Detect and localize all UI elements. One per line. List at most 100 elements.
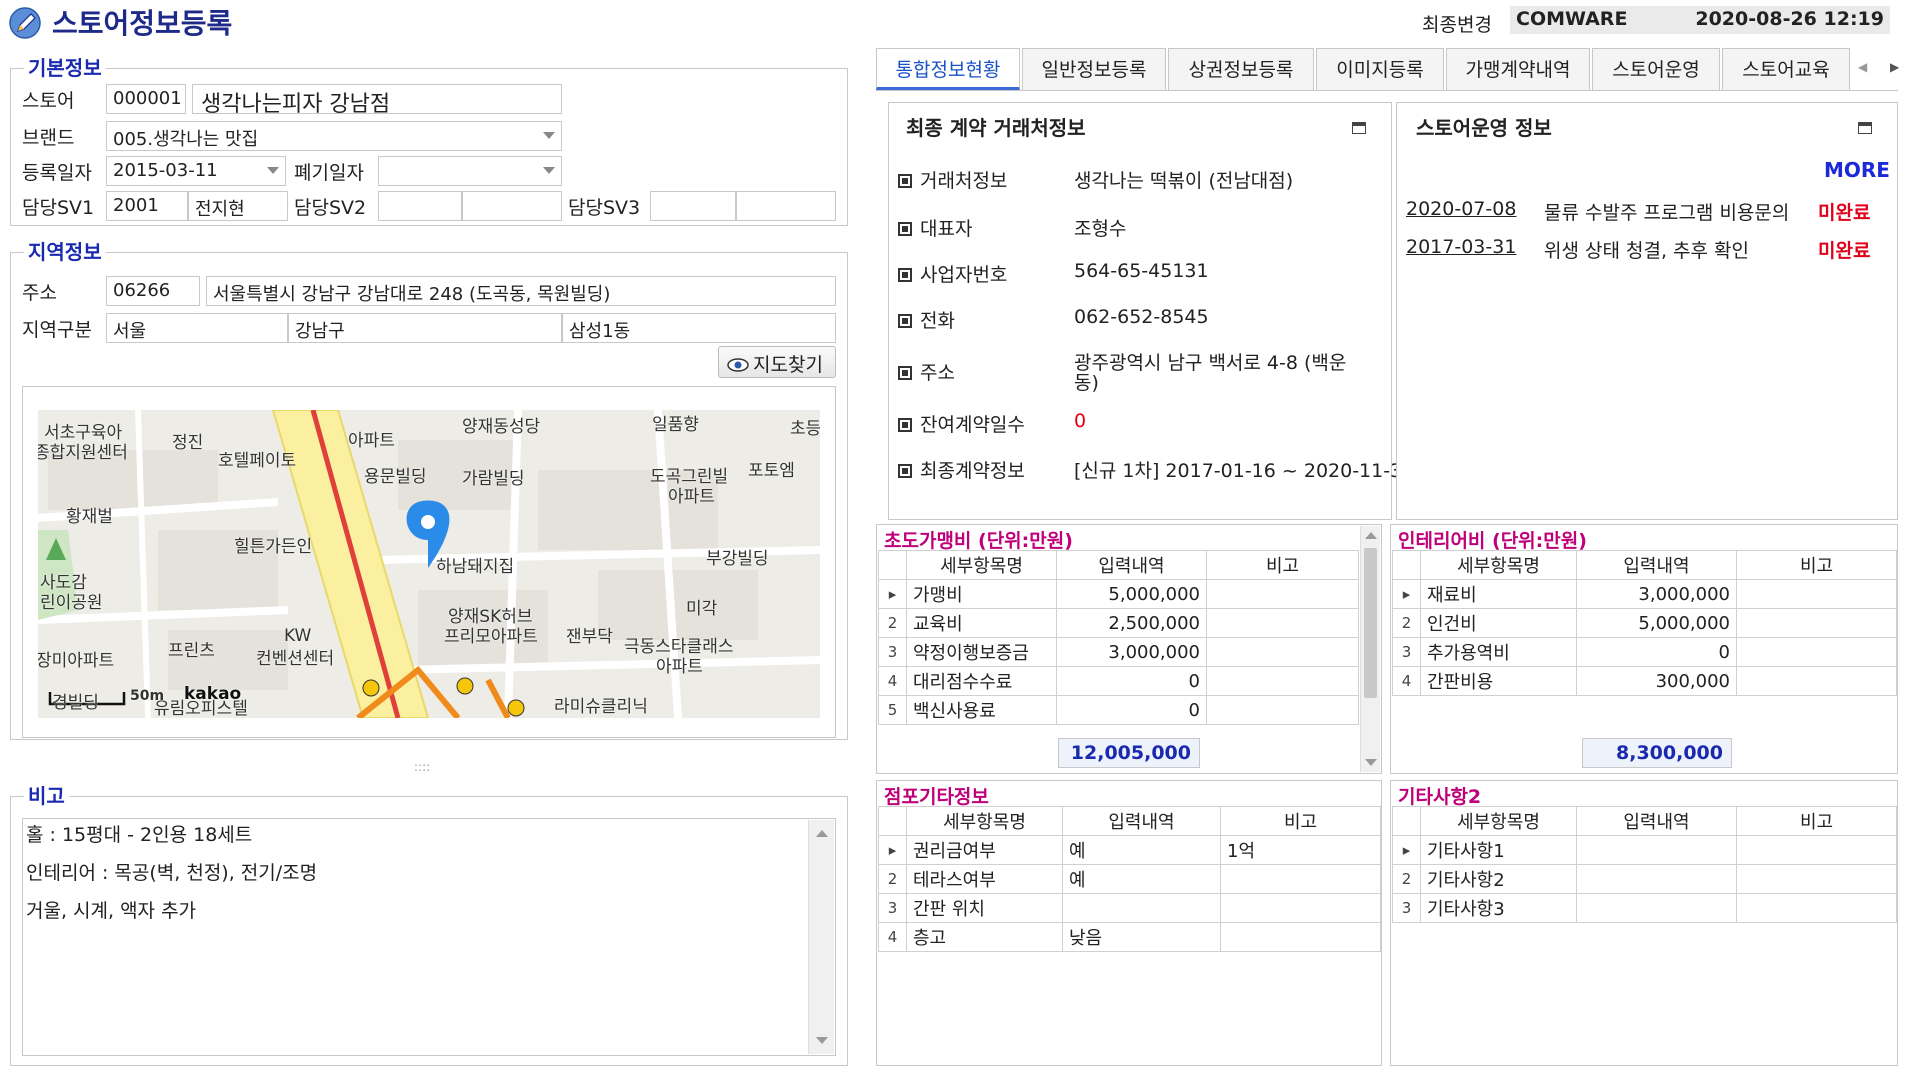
input-cell[interactable]: 예 [1062, 835, 1221, 865]
close-date-field[interactable] [378, 156, 562, 186]
col-input-header[interactable]: 입력내역 [1576, 550, 1737, 580]
note-cell[interactable] [1206, 695, 1359, 725]
note-cell[interactable] [1220, 893, 1381, 923]
item-cell[interactable]: 재료비 [1420, 579, 1577, 609]
item-cell[interactable]: 인건비 [1420, 608, 1577, 638]
table-row[interactable]: ▸ 권리금여부 예 1억 [878, 835, 1381, 865]
table-row[interactable]: 2 테라스여부 예 [878, 864, 1381, 894]
col-item-header[interactable]: 세부항목명 [1420, 806, 1577, 836]
note-cell[interactable] [1736, 637, 1897, 667]
note-cell[interactable] [1736, 579, 1897, 609]
minimize-icon[interactable] [1352, 122, 1366, 134]
tab-contracts[interactable]: 가맹계약내역 [1446, 48, 1590, 90]
note-cell[interactable] [1736, 864, 1897, 894]
scroll-thumb[interactable] [1364, 548, 1377, 698]
table-row[interactable]: 2 교육비 2,500,000 [878, 608, 1359, 638]
tab-images[interactable]: 이미지등록 [1316, 48, 1444, 90]
table-row[interactable]: 4 대리점수수료 0 [878, 666, 1359, 696]
table-row[interactable]: 4 간판비용 300,000 [1392, 666, 1897, 696]
region3-field[interactable]: 삼성1동 [562, 313, 836, 343]
item-cell[interactable]: 간판비용 [1420, 666, 1577, 696]
interior-fee-grid[interactable]: 세부항목명 입력내역 비고 ▸ 재료비 3,000,000 2 인건비 5,000,000 … [1392, 550, 1897, 696]
col-input-header[interactable]: 입력내역 [1056, 550, 1207, 580]
tab-integrated[interactable]: 통합정보현황 [876, 48, 1020, 90]
item-cell[interactable]: 기타사항3 [1420, 893, 1577, 923]
table-row[interactable]: 3 약정이행보증금 3,000,000 [878, 637, 1359, 667]
col-item-header[interactable]: 세부항목명 [1420, 550, 1577, 580]
input-cell[interactable] [1576, 864, 1737, 894]
notes-textarea[interactable] [22, 818, 836, 1056]
scroll-down-icon[interactable] [815, 1037, 828, 1044]
ops-item-date[interactable]: 2020-07-08 [1406, 198, 1516, 220]
item-cell[interactable]: 권리금여부 [906, 835, 1063, 865]
col-note-header[interactable]: 비고 [1206, 550, 1359, 580]
sv3-code-field[interactable] [650, 191, 736, 221]
scroll-up-icon[interactable] [815, 830, 828, 837]
item-cell[interactable]: 약정이행보증금 [906, 637, 1057, 667]
sv2-code-field[interactable] [378, 191, 462, 221]
table-row[interactable]: ▸ 가맹비 5,000,000 [878, 579, 1359, 609]
sv1-code-field[interactable]: 2001 [106, 191, 188, 221]
input-cell[interactable]: 예 [1062, 864, 1221, 894]
tab-operations[interactable]: 스토어운영 [1592, 48, 1720, 90]
col-item-header[interactable]: 세부항목명 [906, 806, 1063, 836]
item-cell[interactable]: 테라스여부 [906, 864, 1063, 894]
col-note-header[interactable]: 비고 [1736, 550, 1897, 580]
table-row[interactable]: 2 기타사항2 [1392, 864, 1897, 894]
input-cell[interactable]: 5,000,000 [1056, 579, 1207, 609]
table-row[interactable]: 3 기타사항3 [1392, 893, 1897, 923]
col-item-header[interactable]: 세부항목명 [906, 550, 1057, 580]
tab-scroll-left-icon[interactable]: ◀ [1858, 60, 1867, 74]
store-name-field[interactable]: 생각나는피자 강남점 [192, 84, 562, 114]
splitter-handle[interactable]: :::: [414, 760, 430, 774]
note-cell[interactable] [1220, 864, 1381, 894]
reg-date-field[interactable]: 2015-03-11 [106, 156, 286, 186]
notes-scrollbar[interactable] [808, 820, 834, 1054]
table-row[interactable]: 5 백신사용료 0 [878, 695, 1359, 725]
input-cell[interactable] [1576, 893, 1737, 923]
input-cell[interactable]: 300,000 [1576, 666, 1737, 696]
table-row[interactable]: 2 인건비 5,000,000 [1392, 608, 1897, 638]
col-input-header[interactable]: 입력내역 [1576, 806, 1737, 836]
map-search-button[interactable]: 지도찾기 [718, 346, 836, 378]
input-cell[interactable]: 0 [1056, 666, 1207, 696]
note-cell[interactable] [1220, 922, 1381, 952]
item-cell[interactable]: 교육비 [906, 608, 1057, 638]
etc2-grid[interactable]: 세부항목명 입력내역 비고 ▸ 기타사항1 2 기타사항2 3 기타사항3 [1392, 806, 1897, 923]
ops-item-date[interactable]: 2017-03-31 [1406, 236, 1516, 258]
item-cell[interactable]: 대리점수수료 [906, 666, 1057, 696]
region1-field[interactable]: 서울 [106, 313, 288, 343]
note-cell[interactable] [1206, 608, 1359, 638]
input-cell[interactable] [1576, 835, 1737, 865]
col-note-header[interactable]: 비고 [1736, 806, 1897, 836]
note-cell[interactable] [1736, 666, 1897, 696]
note-cell[interactable] [1736, 893, 1897, 923]
region2-field[interactable]: 강남구 [288, 313, 562, 343]
item-cell[interactable]: 추가용역비 [1420, 637, 1577, 667]
tab-general[interactable]: 일반정보등록 [1022, 48, 1166, 90]
input-cell[interactable] [1062, 893, 1221, 923]
sv3-name-field[interactable] [736, 191, 836, 221]
tab-trade-area[interactable]: 상권정보등록 [1168, 48, 1314, 90]
note-cell[interactable] [1206, 579, 1359, 609]
table-row[interactable]: 4 층고 낮음 [878, 922, 1381, 952]
scroll-down-icon[interactable] [1364, 759, 1377, 766]
initial-fee-grid[interactable]: 세부항목명 입력내역 비고 ▸ 가맹비 5,000,000 2 교육비 2,500,000 … [878, 550, 1359, 725]
input-cell[interactable]: 0 [1056, 695, 1207, 725]
input-cell[interactable]: 3,000,000 [1056, 637, 1207, 667]
item-cell[interactable]: 층고 [906, 922, 1063, 952]
note-cell[interactable]: 1억 [1220, 835, 1381, 865]
note-cell[interactable] [1206, 637, 1359, 667]
store-etc-grid[interactable]: 세부항목명 입력내역 비고 ▸ 권리금여부 예 1억 2 테라스여부 예 3 간판 위치 4 층고… [878, 806, 1381, 952]
minimize-icon[interactable] [1858, 122, 1872, 134]
brand-select[interactable]: 005.생각나는 맛집 [106, 121, 562, 151]
note-cell[interactable] [1736, 835, 1897, 865]
col-note-header[interactable]: 비고 [1220, 806, 1381, 836]
sv2-name-field[interactable] [462, 191, 562, 221]
input-cell[interactable]: 5,000,000 [1576, 608, 1737, 638]
postal-code-field[interactable]: 06266 [106, 276, 200, 306]
address-field[interactable]: 서울특별시 강남구 강남대로 248 (도곡동, 목원빌딩) [206, 276, 836, 306]
table-row[interactable]: 3 추가용역비 0 [1392, 637, 1897, 667]
more-link[interactable]: MORE [1824, 158, 1890, 182]
store-code-field[interactable]: 000001 [106, 84, 186, 114]
